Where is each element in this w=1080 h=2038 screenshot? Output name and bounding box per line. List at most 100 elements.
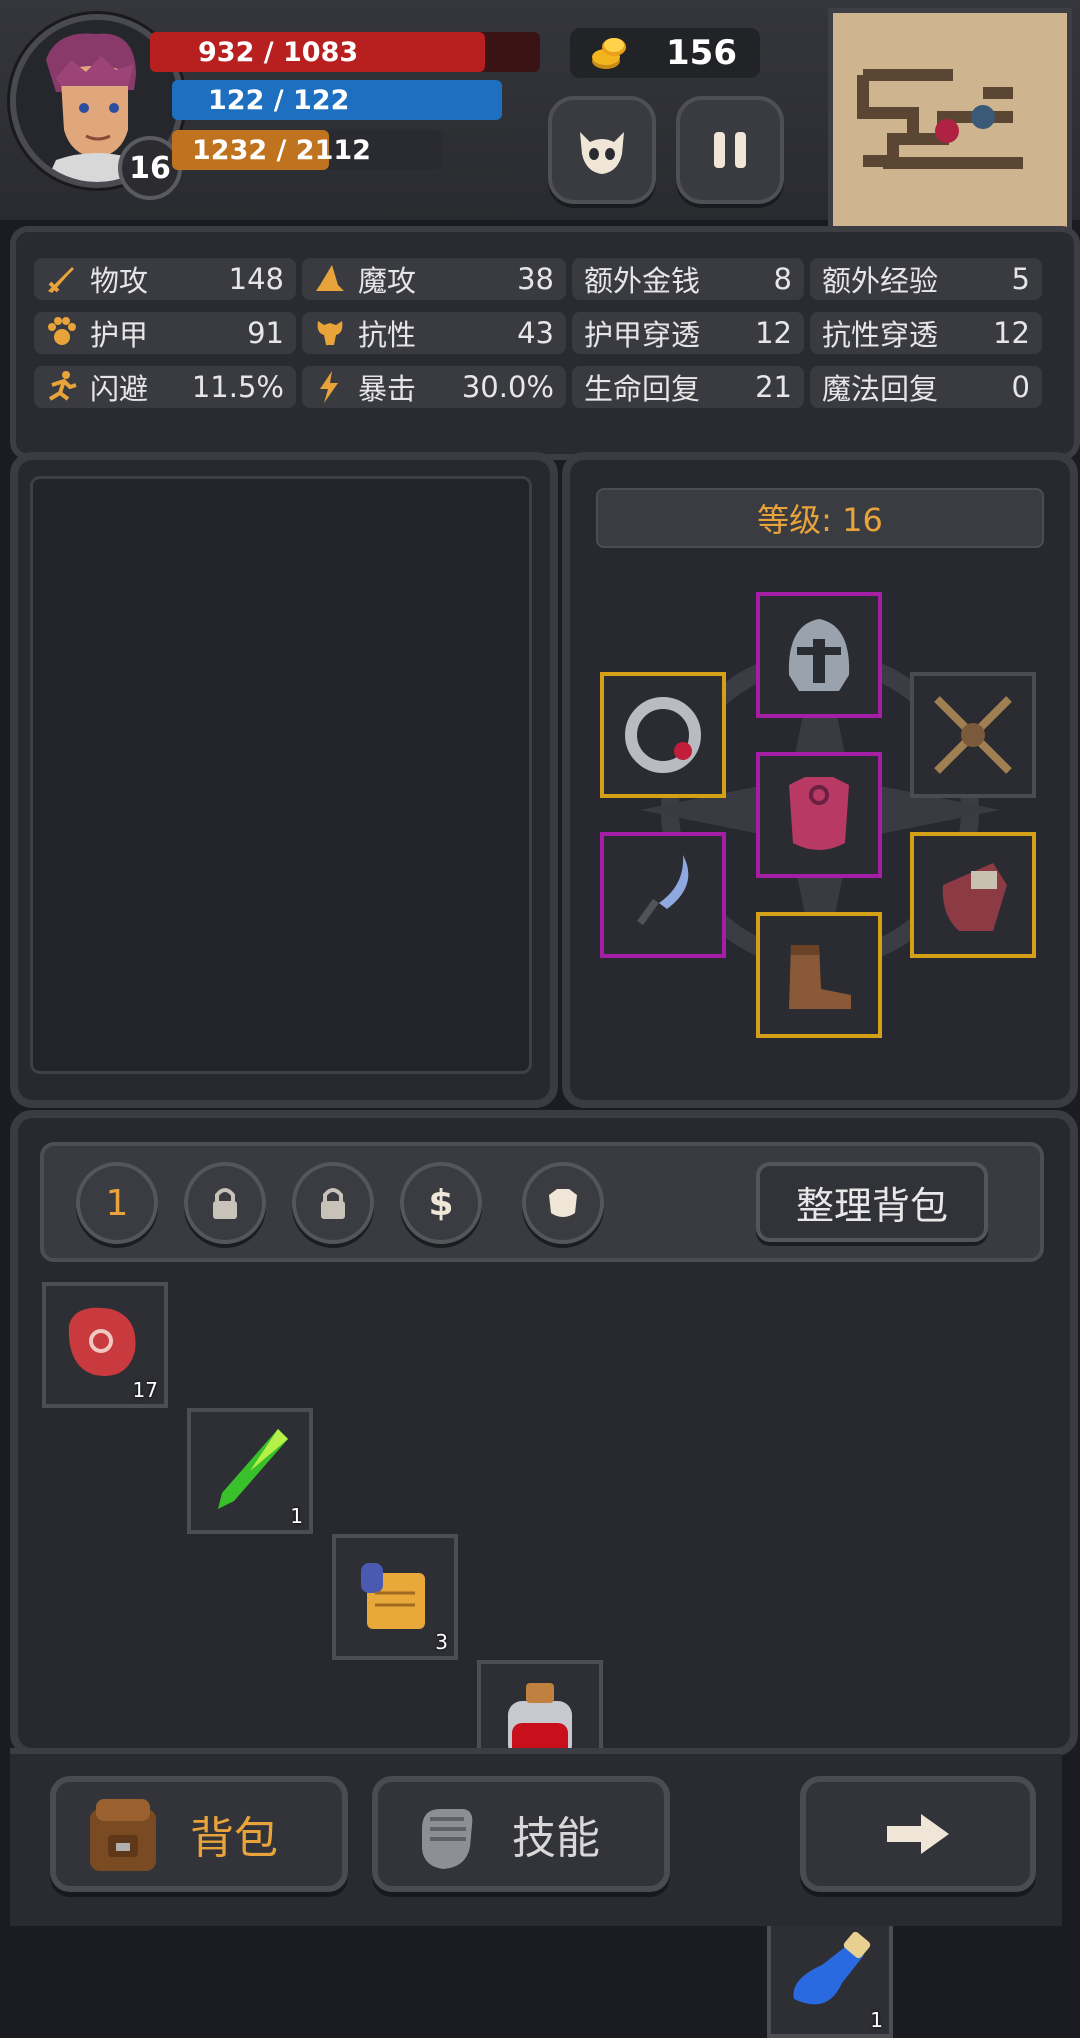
equip-slot-dagger[interactable] (600, 832, 726, 958)
lock-icon (321, 1188, 345, 1219)
inventory-item-meat[interactable]: 17 (42, 1282, 168, 1408)
inventory-tab-dollar[interactable]: $ (400, 1162, 482, 1244)
chest-armor-icon (789, 777, 849, 850)
inventory-tab-armor[interactable] (522, 1162, 604, 1244)
inventory-item-green-crystal[interactable]: 1 (187, 1408, 313, 1534)
monster-info-button[interactable] (548, 96, 656, 204)
stat-label: 护甲穿透 (584, 318, 701, 352)
inventory-tab-lock[interactable] (184, 1162, 266, 1244)
green-crystal-icon (218, 1429, 288, 1509)
stat-value: 0 (1011, 370, 1030, 404)
stat-label: 额外金钱 (584, 264, 701, 298)
scroll-icon (361, 1563, 425, 1629)
stat-label: 魔法回复 (822, 372, 939, 406)
gold-amount: 156 (666, 33, 737, 73)
item-count: 1 (870, 2008, 883, 2032)
backpack-icon (90, 1799, 156, 1871)
bag-button[interactable]: 背包 (50, 1776, 348, 1892)
chains-icon (934, 696, 1012, 774)
stat-11: 魔法回复 0 (810, 366, 1042, 408)
running-icon (44, 369, 80, 405)
inventory-tab-page[interactable]: 1 (76, 1162, 158, 1244)
stat-label: 物攻 (90, 264, 149, 298)
item-count: 17 (132, 1378, 158, 1402)
stat-label: 暴击 (358, 372, 417, 406)
inventory-tab-lock[interactable] (292, 1162, 374, 1244)
stat-value: 148 (228, 262, 284, 296)
stat-value: 30.0% (461, 370, 554, 404)
inventory-item-scroll[interactable]: 3 (332, 1534, 458, 1660)
mp-text: 122 / 122 (208, 84, 350, 116)
stat-value: 12 (993, 316, 1030, 350)
mp-bar: 122 / 122 (172, 80, 502, 120)
stat-label: 闪避 (90, 372, 149, 406)
stat-value: 12 (755, 316, 792, 350)
equip-slot-chains[interactable] (910, 672, 1036, 798)
gold-counter: 156 (570, 28, 760, 78)
stat-label: 魔攻 (358, 264, 417, 298)
dungeon-minimap[interactable] (828, 8, 1072, 232)
xp-text: 1232 / 2112 (192, 134, 371, 166)
stat-value: 21 (755, 370, 792, 404)
stat-5: 抗性 43 (302, 312, 566, 354)
dagger-icon (637, 855, 689, 925)
pause-button[interactable] (676, 96, 784, 204)
equip-slot-helmet[interactable] (756, 592, 882, 718)
boots-icon (789, 945, 851, 1009)
stat-6: 护甲穿透 12 (572, 312, 804, 354)
gauntlet-icon (942, 863, 1007, 931)
equip-slot-chest-armor[interactable] (756, 752, 882, 878)
next-button[interactable] (800, 1776, 1036, 1892)
item-count: 3 (435, 1630, 448, 1654)
stat-label: 抗性穿透 (822, 318, 939, 352)
stat-value: 43 (517, 316, 554, 350)
ring-icon (625, 697, 701, 773)
stat-value: 5 (1011, 262, 1030, 296)
equip-slot-boots[interactable] (756, 912, 882, 1038)
xp-bar: 1232 / 2112 (172, 130, 442, 170)
inventory-tab-label: 1 (105, 1182, 129, 1224)
equip-slot-ring[interactable] (600, 672, 726, 798)
svg-text:$: $ (428, 1183, 453, 1223)
stat-label: 生命回复 (584, 372, 701, 406)
item-count: 1 (290, 1504, 303, 1528)
equipment-level-label: 等级: 16 (596, 488, 1044, 548)
sword-icon (44, 261, 80, 297)
paw-icon (44, 315, 80, 351)
stat-label: 额外经验 (822, 264, 939, 298)
monster-face-icon (580, 132, 624, 174)
stat-8: 闪避 11.5% (34, 366, 296, 408)
lock-icon (213, 1188, 237, 1219)
muscle-icon (312, 315, 348, 351)
arrow-right-icon (887, 1814, 949, 1854)
inventory-item-blue-potion[interactable]: 1 (767, 1912, 893, 2038)
stat-7: 抗性穿透 12 (810, 312, 1042, 354)
equip-slot-gauntlet[interactable] (910, 832, 1036, 958)
dollar-icon: $ (428, 1183, 453, 1223)
minimap-graphic (833, 13, 1067, 227)
gold-coins-icon (592, 38, 626, 69)
stat-label: 护甲 (90, 318, 149, 352)
stat-value: 8 (773, 262, 792, 296)
sort-bag-button[interactable]: 整理背包 (756, 1162, 988, 1242)
stat-1: 魔攻 38 (302, 258, 566, 300)
stat-10: 生命回复 21 (572, 366, 804, 408)
stat-4: 护甲 91 (34, 312, 296, 354)
stat-3: 额外经验 5 (810, 258, 1042, 300)
blue-potion-icon (793, 1931, 871, 2005)
helmet-icon (788, 619, 850, 691)
skill-button-label: 技能 (512, 1813, 600, 1864)
bag-button-label: 背包 (190, 1813, 278, 1864)
armor-icon (549, 1189, 577, 1217)
stat-value: 91 (247, 316, 284, 350)
fist-icon (422, 1809, 473, 1869)
skill-button[interactable]: 技能 (372, 1776, 670, 1892)
stat-label: 抗性 (358, 318, 417, 352)
pause-icon (714, 132, 746, 168)
stat-9: 暴击 30.0% (302, 366, 566, 408)
stat-2: 额外金钱 8 (572, 258, 804, 300)
left-info-area (30, 476, 532, 1074)
stat-value: 11.5% (191, 370, 284, 404)
lightning-icon (312, 369, 348, 405)
wizard-hat-icon (312, 261, 348, 297)
